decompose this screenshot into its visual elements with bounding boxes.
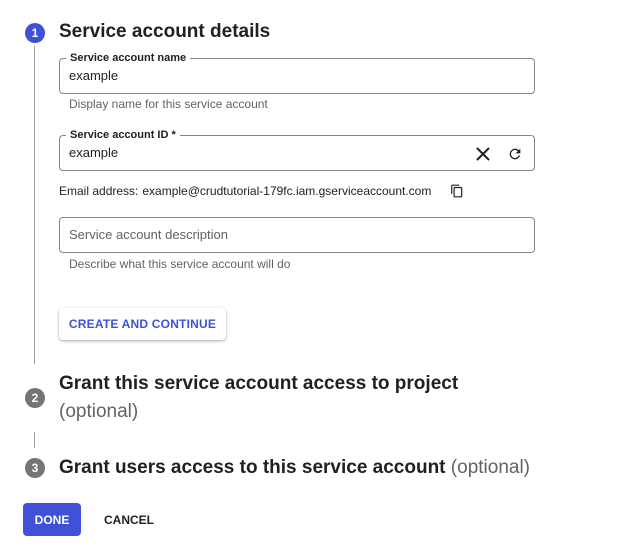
close-icon[interactable] [473, 144, 493, 164]
step-2-indicator: 2 [25, 388, 45, 408]
service-account-description-field[interactable]: Service account description [59, 217, 535, 253]
step-1-title: Service account details [59, 21, 271, 42]
email-address-line: Email address: example@crudtutorial-179fc… [59, 184, 431, 198]
service-account-name-value: example [69, 68, 119, 83]
step-3-number: 3 [31, 461, 39, 475]
done-button[interactable]: DONE [23, 503, 81, 536]
service-account-name-field[interactable]: Service account name example [59, 51, 535, 94]
service-account-description-hint: Describe what this service account will … [69, 257, 291, 271]
step-3-title[interactable]: Grant users access to this service accou… [59, 454, 530, 482]
step-1-connector [34, 46, 35, 364]
cancel-button[interactable]: CANCEL [94, 503, 164, 536]
email-address-label: Email address: [59, 184, 139, 198]
step-2-title-text: Grant this service account access to pro… [59, 373, 459, 394]
step-2-title[interactable]: Grant this service account access to pro… [59, 370, 479, 426]
email-address-value: example@crudtutorial-179fc.iam.gservicea… [142, 184, 432, 198]
refresh-icon[interactable] [505, 144, 525, 164]
service-account-name-hint: Display name for this service account [69, 97, 268, 111]
step-1-indicator: 1 [25, 23, 45, 43]
step-2-optional: (optional) [59, 401, 139, 422]
step-2-number: 2 [31, 391, 39, 405]
copy-icon[interactable] [447, 181, 467, 201]
step-1-number: 1 [31, 26, 39, 40]
service-account-id-field[interactable]: Service account ID * example [59, 128, 535, 171]
service-account-id-value: example [69, 145, 119, 160]
step-3-indicator: 3 [25, 458, 45, 478]
service-account-description-placeholder: Service account description [69, 227, 228, 242]
step-2-connector [34, 432, 35, 448]
create-and-continue-button[interactable]: CREATE AND CONTINUE [59, 308, 226, 340]
step-3-title-text: Grant users access to this service accou… [59, 457, 446, 478]
step-3-optional: (optional) [450, 457, 531, 478]
